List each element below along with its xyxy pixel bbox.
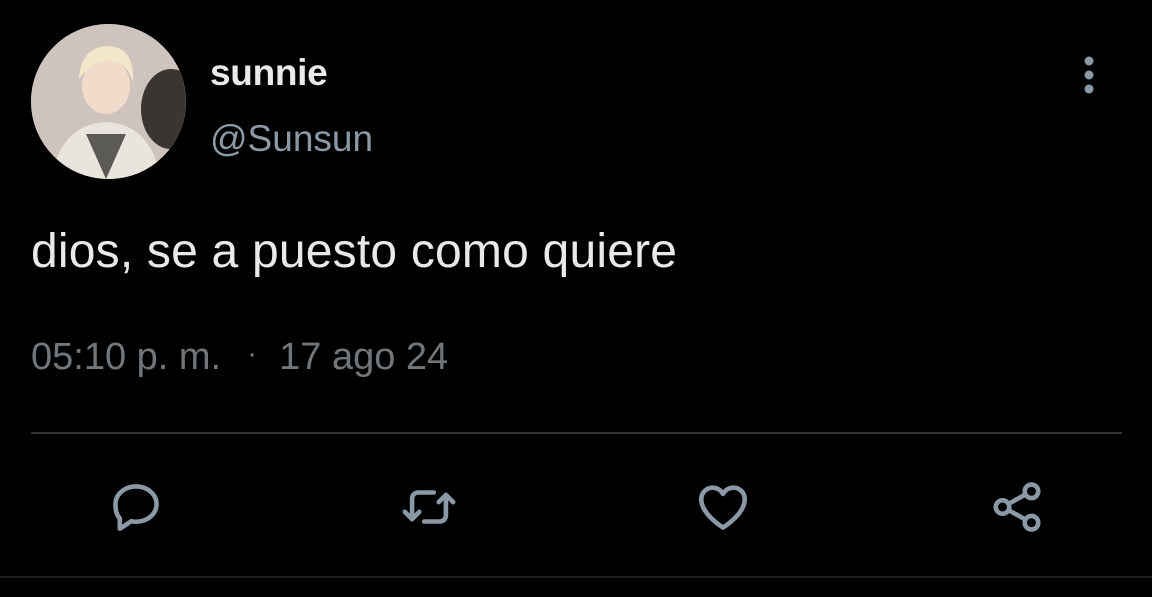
bottom-divider [0,576,1152,578]
like-button[interactable] [692,476,754,538]
user-handle[interactable]: @Sunsun [210,118,373,160]
tweet-card: sunnie @Sunsun dios, se a puesto como qu… [0,0,1152,597]
share-icon [993,482,1041,532]
retweet-icon [402,490,456,524]
avatar[interactable] [31,24,186,179]
share-button[interactable] [986,476,1048,538]
tweet-time[interactable]: 05:10 p. m. [31,336,221,379]
display-name[interactable]: sunnie [210,52,328,94]
divider [31,432,1122,434]
retweet-button[interactable] [398,476,460,538]
tweet-date[interactable]: 17 ago 24 [279,336,448,379]
more-vertical-icon [1084,56,1094,94]
tweet-text: dios, se a puesto como quiere [31,225,678,278]
meta-separator: · [247,336,258,370]
heart-icon [698,485,748,530]
reply-button[interactable] [105,476,167,538]
reply-icon [113,484,159,532]
tweet-metadata: 05:10 p. m. · 17 ago 24 [31,336,448,379]
more-options-button[interactable] [1072,52,1106,98]
avatar-photo [31,24,186,179]
